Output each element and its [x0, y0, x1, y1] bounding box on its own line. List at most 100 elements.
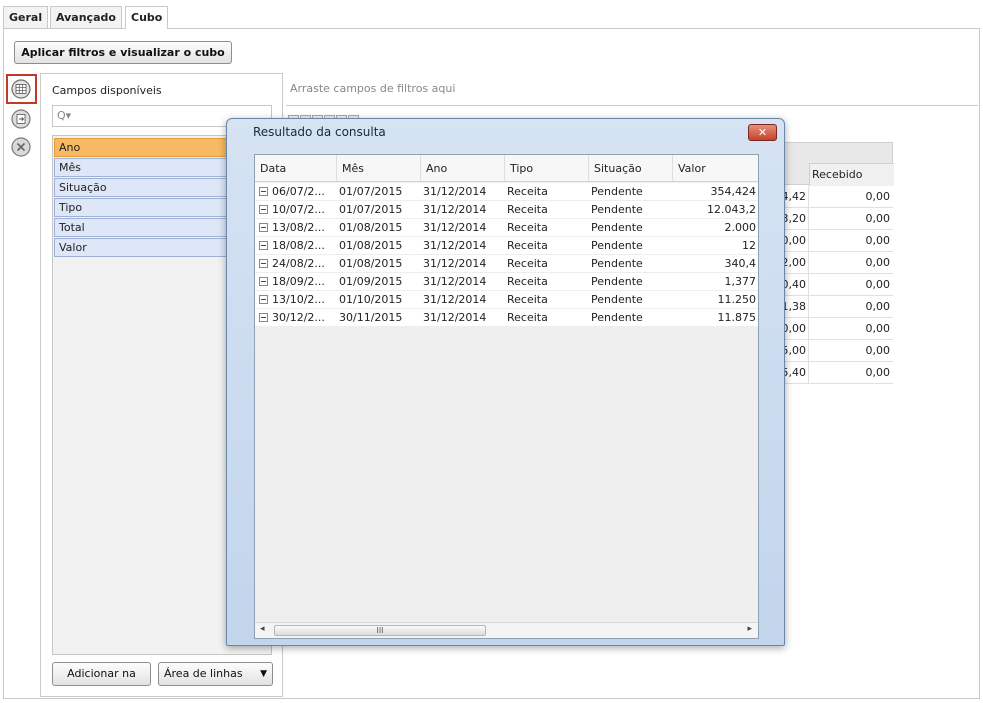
cell-valor: 2.000	[724, 221, 757, 234]
result-grid: Data Mês Ano Tipo Situação Valor 06/07/2…	[254, 154, 759, 639]
column-header-data[interactable]: Data	[255, 155, 337, 182]
close-icon: ✕	[757, 126, 768, 139]
cell-mes: 30/11/2015	[339, 311, 403, 324]
result-grid-header: Data Mês Ano Tipo Situação Valor	[255, 155, 758, 182]
table-row[interactable]: 18/09/2... 01/09/2015 31/12/2014 Receita…	[255, 273, 758, 291]
collapse-icon[interactable]	[259, 277, 268, 286]
apply-filters-button[interactable]: Aplicar filtros e visualizar o cubo	[14, 41, 232, 64]
table-row[interactable]: 30/12/2... 30/11/2015 31/12/2014 Receita…	[255, 309, 758, 327]
collapse-icon[interactable]	[259, 295, 268, 304]
cell-tipo: Receita	[507, 293, 548, 306]
cell-situacao: Pendente	[591, 293, 643, 306]
pivot-grid-header: Recebido	[780, 142, 894, 186]
cell-mes: 01/07/2015	[339, 185, 403, 198]
cell-ano: 31/12/2014	[423, 257, 487, 270]
cell-mes: 01/08/2015	[339, 239, 403, 252]
column-header-mes[interactable]: Mês	[337, 155, 421, 182]
area-select[interactable]: Área de linhas ▼	[158, 662, 273, 686]
table-row: 5,40 0,00	[780, 362, 893, 384]
cell-tipo: Receita	[507, 257, 548, 270]
horizontal-scrollbar[interactable]: ◂ III ▸	[255, 622, 758, 638]
collapse-icon[interactable]	[259, 205, 268, 214]
cell-situacao: Pendente	[591, 185, 643, 198]
cell-data: 18/09/2...	[272, 275, 325, 288]
cell-ano: 31/12/2014	[423, 221, 487, 234]
collapse-icon[interactable]	[259, 241, 268, 250]
search-icon: Q▾	[57, 109, 72, 122]
cell-mes: 01/10/2015	[339, 293, 403, 306]
table-row[interactable]: 18/08/2... 01/08/2015 31/12/2014 Receita…	[255, 237, 758, 255]
chevron-down-icon: ▼	[260, 669, 267, 679]
table-row[interactable]: 13/10/2... 01/10/2015 31/12/2014 Receita…	[255, 291, 758, 309]
cell-valor: 340,4	[724, 257, 757, 270]
column-header-ano[interactable]: Ano	[421, 155, 505, 182]
table-row: 5,00 0,00	[780, 340, 893, 362]
collapse-icon[interactable]	[259, 259, 268, 268]
cell-recebido: 0,00	[808, 252, 893, 273]
cell-recebido: 0,00	[808, 186, 893, 207]
cell-valor: 12.043,2	[707, 203, 756, 216]
column-header-valor[interactable]: Valor	[673, 155, 758, 182]
cell-recebido: 0,00	[808, 230, 893, 251]
area-select-value: Área de linhas	[164, 667, 243, 680]
scrollbar-thumb[interactable]: III	[274, 625, 486, 636]
cell-recebido: 0,00	[808, 208, 893, 229]
query-result-dialog: Resultado da consulta ✕ Data Mês Ano Tip…	[226, 118, 785, 646]
cell-ano: 31/12/2014	[423, 311, 487, 324]
table-row[interactable]: 24/08/2... 01/08/2015 31/12/2014 Receita…	[255, 255, 758, 273]
clear-icon[interactable]	[11, 137, 31, 157]
close-button[interactable]: ✕	[748, 124, 777, 141]
cell-mes: 01/08/2015	[339, 221, 403, 234]
cell-recebido: 0,00	[808, 296, 893, 317]
cell-recebido: 0,00	[808, 340, 893, 361]
table-row: 2,00 0,00	[780, 252, 893, 274]
cell-data: 13/10/2...	[272, 293, 325, 306]
cell-ano: 31/12/2014	[423, 239, 487, 252]
cell-ano: 31/12/2014	[423, 203, 487, 216]
cell-situacao: Pendente	[591, 239, 643, 252]
table-row: 1,38 0,00	[780, 296, 893, 318]
table-row: 0,00 0,00	[780, 230, 893, 252]
column-header-recebido[interactable]: Recebido	[809, 163, 894, 186]
grid-icon[interactable]	[11, 79, 31, 99]
cell-mes: 01/08/2015	[339, 257, 403, 270]
cell-valor: 1,377	[724, 275, 757, 288]
scroll-left-icon[interactable]: ◂	[260, 624, 265, 634]
cell-tipo: Receita	[507, 203, 548, 216]
table-row[interactable]: 13/08/2... 01/08/2015 31/12/2014 Receita…	[255, 219, 758, 237]
tab-avancado[interactable]: Avançado	[50, 6, 122, 28]
add-to-area-button[interactable]: Adicionar na	[52, 662, 151, 686]
collapse-icon[interactable]	[259, 223, 268, 232]
table-row[interactable]: 06/07/2... 01/07/2015 31/12/2014 Receita…	[255, 183, 758, 201]
column-header-tipo[interactable]: Tipo	[505, 155, 589, 182]
tab-geral[interactable]: Geral	[3, 6, 49, 28]
table-row: 4,42 0,00	[780, 186, 893, 208]
cell-ano: 31/12/2014	[423, 185, 487, 198]
cell-tipo: Receita	[507, 221, 548, 234]
collapse-icon[interactable]	[259, 313, 268, 322]
cell-recebido: 0,00	[808, 318, 893, 339]
scroll-right-icon[interactable]: ▸	[747, 624, 752, 634]
cell-situacao: Pendente	[591, 275, 643, 288]
collapse-icon[interactable]	[259, 187, 268, 196]
cell-recebido: 0,00	[808, 362, 893, 383]
cell-data: 06/07/2...	[272, 185, 325, 198]
table-row: 0,40 0,00	[780, 274, 893, 296]
filter-drop-hint: Arraste campos de filtros aqui	[290, 82, 456, 95]
cell-ano: 31/12/2014	[423, 275, 487, 288]
cell-tipo: Receita	[507, 311, 548, 324]
export-icon[interactable]	[11, 109, 31, 129]
table-row[interactable]: 10/07/2... 01/07/2015 31/12/2014 Receita…	[255, 201, 758, 219]
cell-valor: 12	[742, 239, 756, 252]
cell-data: 13/08/2...	[272, 221, 325, 234]
cell-situacao: Pendente	[591, 311, 643, 324]
cell-valor: 11.875	[717, 311, 757, 324]
column-header-situacao[interactable]: Situação	[589, 155, 673, 182]
cell-ano: 31/12/2014	[423, 293, 487, 306]
cell-data: 30/12/2...	[272, 311, 325, 324]
cell-situacao: Pendente	[591, 221, 643, 234]
tab-cubo[interactable]: Cubo	[125, 6, 169, 29]
cell-valor: 354,424	[710, 185, 757, 198]
cell-situacao: Pendente	[591, 203, 643, 216]
cell-tipo: Receita	[507, 185, 548, 198]
